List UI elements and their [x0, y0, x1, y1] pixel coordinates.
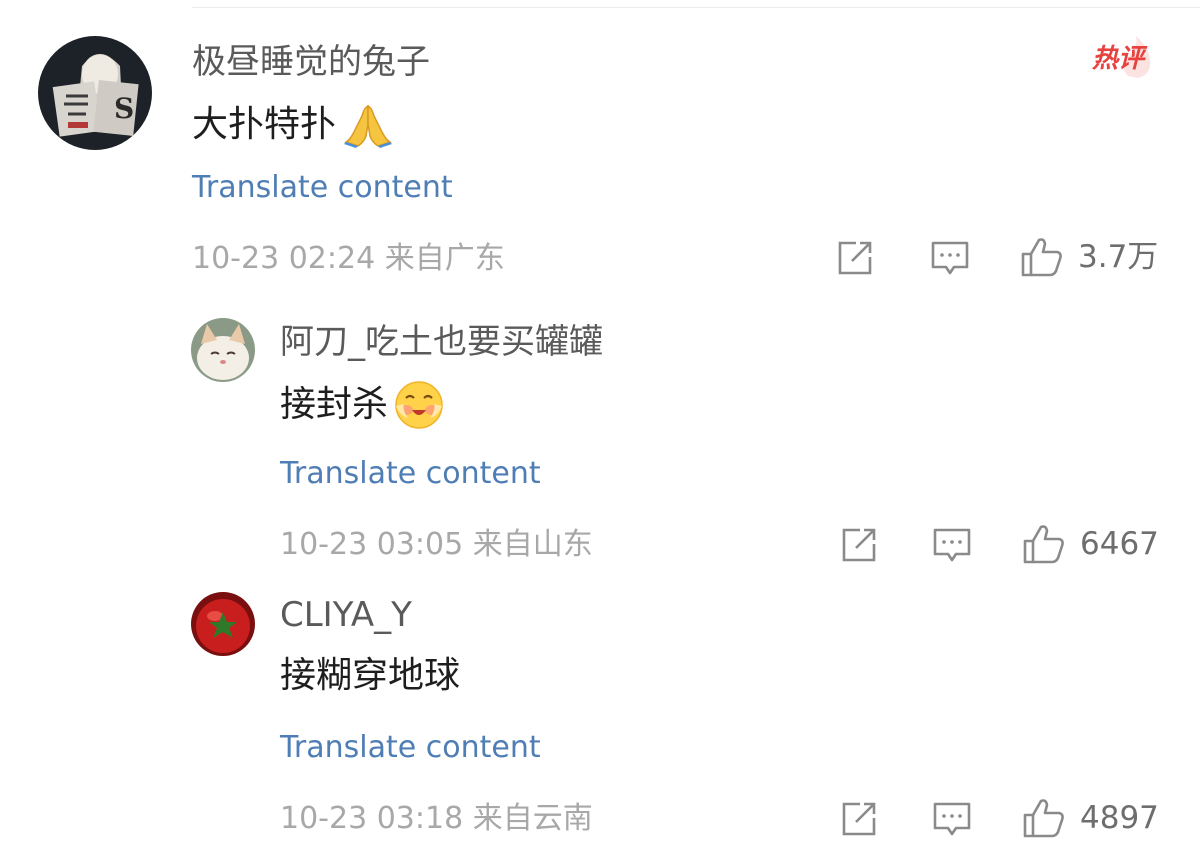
reply-button[interactable] [932, 800, 972, 840]
thumbs-up-icon [1021, 238, 1062, 277]
comment-text-body: 大扑特扑 [192, 104, 337, 145]
avatar[interactable] [191, 592, 255, 656]
folded-hands-icon [342, 102, 394, 148]
share-icon [838, 241, 872, 275]
like-button[interactable]: 6467 [1022, 523, 1159, 565]
comment-icon [931, 241, 969, 275]
translate-link[interactable]: Translate content [192, 170, 453, 206]
hot-comment-badge: 热评 [1088, 36, 1160, 80]
share-button[interactable] [840, 526, 880, 564]
comment-text: 大扑特扑 [192, 102, 394, 148]
avatar-image: S [38, 36, 152, 150]
comment-username[interactable]: 阿刀_吃土也要买罐罐 [280, 322, 603, 362]
share-button[interactable] [840, 800, 880, 838]
like-count: 4897 [1080, 800, 1159, 836]
comment-meta: 10-23 03:05 来自山东 [280, 527, 593, 562]
avatar[interactable] [191, 318, 255, 382]
avatar-image [191, 318, 255, 382]
svg-text:S: S [114, 92, 134, 125]
like-button[interactable]: 3.7万 [1020, 236, 1158, 278]
comment-meta: 10-23 02:24 来自广东 [192, 241, 505, 276]
comment-text: 接糊穿地球 [280, 654, 460, 698]
hot-badge-label: 热评 [1092, 44, 1145, 74]
share-icon [842, 802, 876, 836]
like-button[interactable]: 4897 [1022, 797, 1159, 839]
comment-icon [933, 802, 971, 836]
reply-button[interactable] [930, 239, 970, 279]
comment-meta: 10-23 03:18 来自云南 [280, 801, 593, 836]
translate-link[interactable]: Translate content [280, 456, 541, 492]
comment-text: 接封杀 [280, 380, 444, 430]
translate-link[interactable]: Translate content [280, 730, 541, 766]
avatar-image [191, 592, 255, 656]
shy-smile-icon [394, 380, 444, 430]
thumbs-up-icon [1023, 525, 1064, 564]
like-count: 6467 [1080, 526, 1159, 562]
comment-username[interactable]: CLIYA_Y [280, 595, 412, 635]
comment-icon [933, 528, 971, 562]
like-count: 3.7万 [1078, 239, 1159, 275]
reply-button[interactable] [932, 526, 972, 566]
avatar[interactable]: S [38, 36, 152, 150]
comment-text-body: 接封杀 [280, 384, 389, 425]
comment-text-body: 接糊穿地球 [280, 655, 461, 696]
comment-username[interactable]: 极昼睡觉的兔子 [192, 42, 430, 82]
share-icon [842, 528, 876, 562]
share-button[interactable] [836, 239, 876, 277]
top-divider [192, 7, 1200, 8]
thumbs-up-icon [1023, 799, 1064, 838]
